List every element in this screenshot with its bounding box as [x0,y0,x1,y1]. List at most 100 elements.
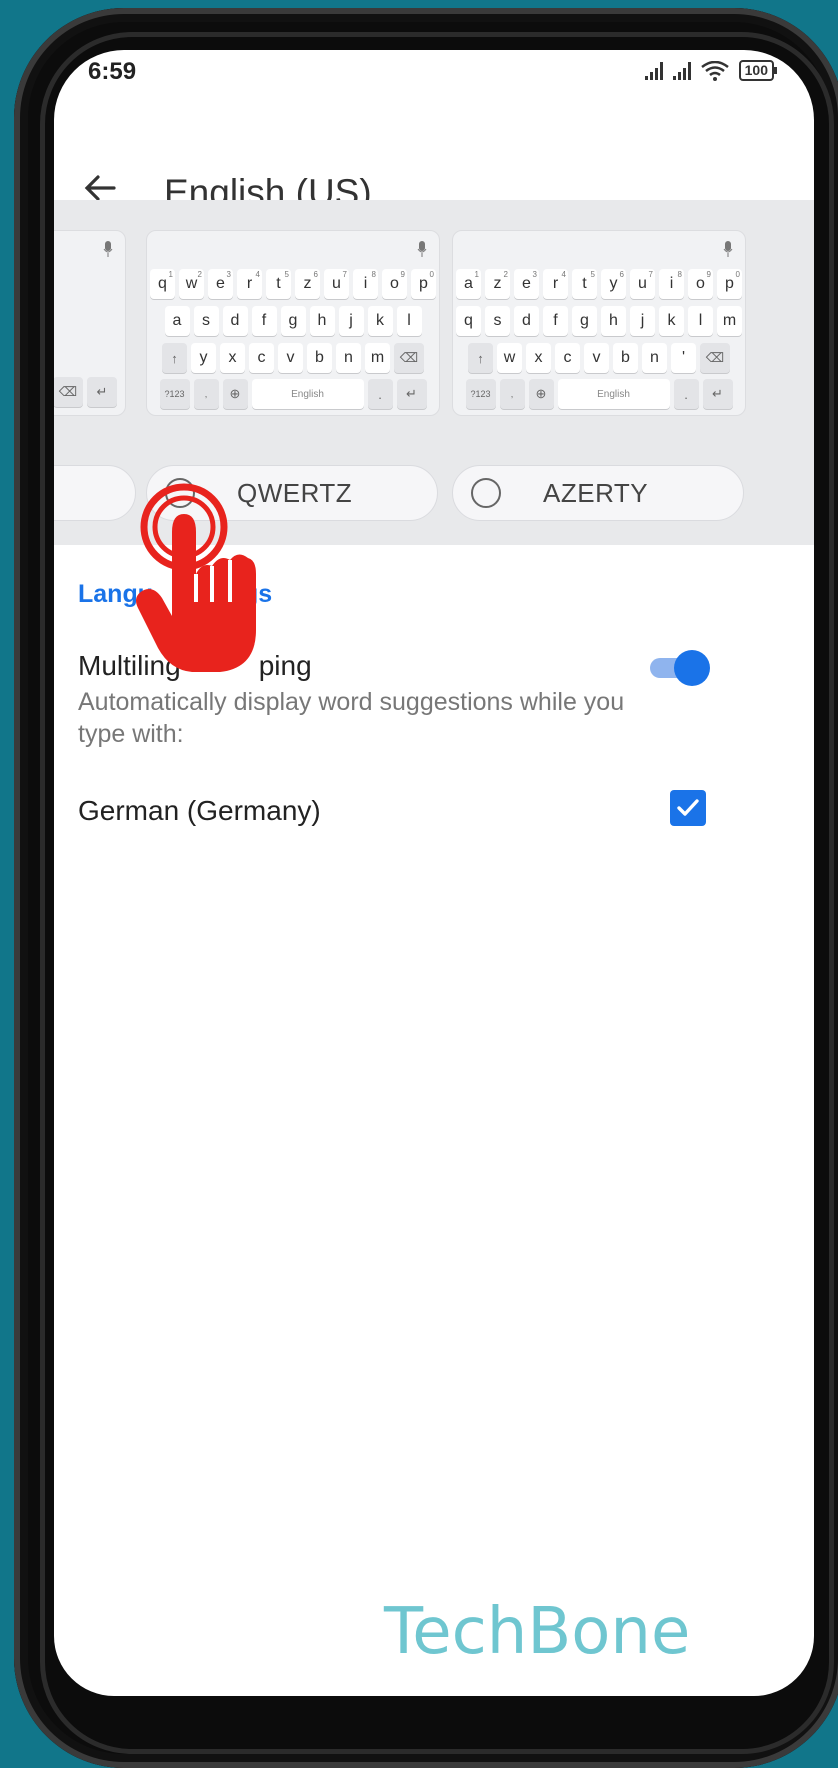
key-row-3: ↑ w x c v b n ' ⌫ [457,343,741,373]
key: b [613,343,638,373]
status-bar: 6:59 100 [54,50,814,120]
key-row-2: a s d f g h j k l [151,306,435,336]
key: q1 [150,269,175,299]
key: g [280,306,306,336]
status-time: 6:59 [88,58,137,85]
key: r4 [543,269,568,299]
key: a1 [456,269,481,299]
key-row-2: q s d f g h j k l m [456,306,742,336]
multilingual-typing-description: Automatically display word suggestions w… [78,688,625,748]
key: c [249,343,274,373]
enter-key: ↵ [87,377,117,407]
mic-icon [417,241,427,257]
language-item-label[interactable]: German (Germany) [78,795,321,827]
tap-hand-icon [136,483,256,672]
mic-icon [103,241,113,257]
key: f [251,306,277,336]
language-checkbox[interactable] [670,790,706,826]
backspace-key: ⌫ [700,343,730,373]
key: n [642,343,667,373]
key: ' [671,343,696,373]
wifi-icon [700,60,729,81]
shift-key: ↑ [162,343,187,373]
key: z6 [295,269,320,299]
mic-icon [723,241,733,257]
key: p0 [717,269,742,299]
keyboard-preview-partial: ⌫ ↵ [54,230,126,416]
comma-key: , [499,379,525,409]
period-key: . [673,379,699,409]
key: q [456,306,481,336]
key: z2 [485,269,510,299]
backspace-key: ⌫ [394,343,424,373]
key: l [688,306,713,336]
key: u7 [630,269,655,299]
key: m [717,306,742,336]
key: f [543,306,568,336]
key: j [630,306,655,336]
multilingual-toggle[interactable] [650,650,710,686]
key: k [659,306,684,336]
key: w [497,343,522,373]
key: d [222,306,248,336]
backspace-key: ⌫ [54,377,83,407]
key: l [396,306,422,336]
key: b [307,343,332,373]
key: x [220,343,245,373]
toggle-thumb [674,650,710,686]
globe-icon: ⊕ [528,379,554,409]
signal-icon [644,61,663,80]
comma-key: , [193,379,219,409]
keyboard-preview-azerty: a1 z2 e3 r4 t5 y6 u7 i8 o9 p0 q s d f g … [452,230,746,416]
key: p0 [411,269,436,299]
key: i8 [353,269,378,299]
symbols-key: ?123 [159,379,190,409]
check-icon [677,799,699,816]
space-key: English [251,379,364,409]
layout-option-partial[interactable] [54,465,136,521]
layout-option-label: AZERTY [543,477,649,508]
key: v [584,343,609,373]
key: y [191,343,216,373]
key: s [485,306,510,336]
phone-screen: 6:59 100 English (US) ⌫ ↵ q 1 w 2 e 3 r … [54,50,814,1696]
battery-icon: 100 [738,60,778,81]
key: e3 [514,269,539,299]
key: v [278,343,303,373]
key: s [193,306,219,336]
shift-key: ↑ [468,343,493,373]
layout-option-azerty[interactable]: AZERTY [452,465,744,521]
key-row-3: ↑ y x c v b n m ⌫ [151,343,435,373]
symbols-key: ?123 [465,379,496,409]
key-row-4: ?123 , ⊕ English . ↵ [151,379,435,409]
key: g [572,306,597,336]
keyboard-preview-qwertz: q1 w2 e3 r4 t5 z6 u7 i8 o9 p0 a s d f g … [146,230,440,416]
key: i8 [659,269,684,299]
space-key: English [557,379,670,409]
period-key: . [367,379,393,409]
key: t5 [266,269,291,299]
key: e3 [208,269,233,299]
key: n [336,343,361,373]
key: t5 [572,269,597,299]
status-icons: 100 [644,60,778,81]
key: o9 [382,269,407,299]
key: d [514,306,539,336]
key: x [526,343,551,373]
key: c [555,343,580,373]
enter-key: ↵ [396,379,427,409]
key: j [338,306,364,336]
key: a [164,306,190,336]
key: k [367,306,393,336]
key: m [365,343,390,373]
key-row-1: q1 w2 e3 r4 t5 z6 u7 i8 o9 p0 [150,269,436,299]
signal-icon [672,61,691,80]
radio-button[interactable] [471,478,501,508]
key: h [601,306,626,336]
key: h [309,306,335,336]
key-row-1: a1 z2 e3 r4 t5 y6 u7 i8 o9 p0 [456,269,742,299]
key: w2 [179,269,204,299]
key: o9 [688,269,713,299]
key: y6 [601,269,626,299]
watermark: TechBone [384,1595,691,1669]
